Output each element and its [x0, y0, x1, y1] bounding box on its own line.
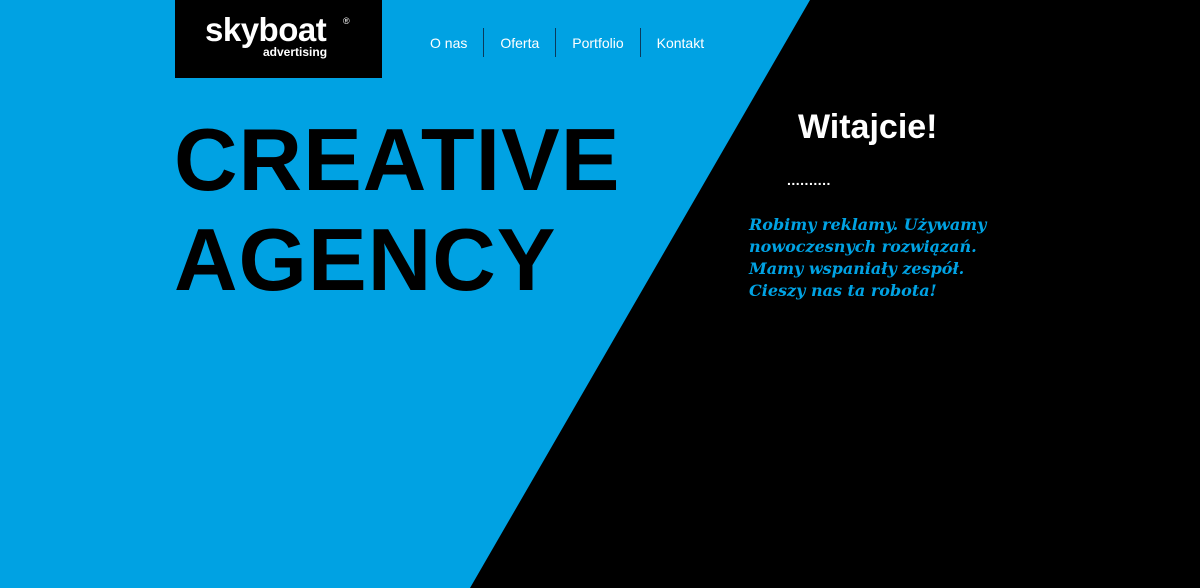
logo[interactable]: skyboat ® advertising: [175, 0, 382, 78]
page: skyboat ® advertising O nas Oferta Portf…: [0, 0, 1200, 588]
welcome-text: Robimy reklamy. Używamy nowoczesnych roz…: [749, 214, 1009, 302]
hero-title: CREATIVE AGENCY: [174, 110, 620, 310]
nav-item-o-nas[interactable]: O nas: [414, 28, 483, 57]
welcome-text-line-4: Cieszy nas ta robota!: [749, 281, 937, 300]
welcome-text-line-2: nowoczesnych rozwiązań.: [749, 237, 977, 256]
welcome-heading: Witajcie!: [798, 108, 938, 146]
logo-registered-mark: ®: [343, 16, 350, 26]
logo-name: skyboat: [205, 11, 327, 48]
nav-item-oferta[interactable]: Oferta: [483, 28, 555, 57]
nav-item-kontakt[interactable]: Kontakt: [639, 28, 720, 57]
welcome-text-line-1: Robimy reklamy. Używamy: [749, 215, 987, 234]
hero-title-line-1: CREATIVE: [174, 110, 621, 209]
welcome-text-line-3: Mamy wspaniały zespół.: [749, 259, 965, 278]
hero-title-line-2: AGENCY: [174, 210, 557, 309]
nav-item-portfolio[interactable]: Portfolio: [555, 28, 639, 57]
logo-tagline: advertising: [263, 45, 328, 59]
main-nav: O nas Oferta Portfolio Kontakt: [414, 28, 720, 57]
dotted-divider: ..........: [787, 172, 831, 188]
